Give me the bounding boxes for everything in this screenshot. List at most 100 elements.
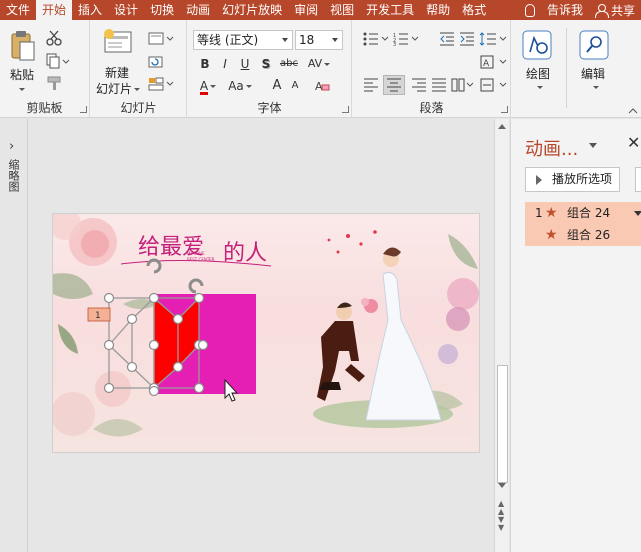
tab-help[interactable]: 帮助 bbox=[420, 0, 456, 20]
editing-group[interactable]: 编辑 bbox=[567, 20, 621, 118]
slide-title-group[interactable]: 给最爱 的人 MY LOVE BEST CENTER bbox=[120, 235, 272, 267]
play-selected-button[interactable]: 播放所选项 bbox=[525, 167, 620, 192]
increase-indent-icon[interactable] bbox=[459, 32, 475, 49]
cut-icon[interactable] bbox=[46, 30, 62, 49]
tab-insert[interactable]: 插入 bbox=[72, 0, 108, 20]
animation-item[interactable]: ★ 组合 26 bbox=[525, 224, 641, 246]
collapse-ribbon-icon[interactable] bbox=[628, 104, 638, 118]
tell-me-search[interactable]: 告诉我 bbox=[519, 0, 589, 20]
animation-item-number: 1 bbox=[535, 206, 543, 220]
strikethrough-button[interactable]: abc bbox=[277, 55, 301, 73]
section-icon[interactable] bbox=[148, 77, 174, 94]
clear-formatting-icon[interactable]: A bbox=[314, 78, 330, 97]
wedding-couple-illustration bbox=[313, 247, 453, 428]
decrease-indent-icon[interactable] bbox=[439, 32, 455, 49]
animation-pane-title: 动画... bbox=[525, 139, 579, 160]
underline-button[interactable]: U bbox=[236, 55, 254, 73]
animation-order-marker[interactable]: 1 bbox=[87, 307, 111, 322]
font-dialog-launcher[interactable] bbox=[342, 106, 349, 113]
ribbon-tab-bar: 文件 开始 插入 设计 切换 动画 幻灯片放映 审阅 视图 开发工具 帮助 格式… bbox=[0, 0, 641, 20]
align-left-icon[interactable] bbox=[363, 78, 379, 95]
ribbon: 粘贴 剪贴板 新建 幻灯片 幻灯片 等线 (正文) 18 B I U S abc… bbox=[0, 20, 641, 118]
align-center-icon[interactable] bbox=[383, 75, 405, 95]
next-slide-icon[interactable]: ▼ ▼ bbox=[498, 516, 504, 532]
format-painter-icon[interactable] bbox=[46, 75, 64, 94]
line-spacing-icon[interactable] bbox=[479, 32, 507, 49]
paste-label[interactable]: 粘贴 bbox=[10, 66, 34, 83]
tab-format[interactable]: 格式 bbox=[456, 0, 492, 20]
play-icon bbox=[536, 175, 542, 185]
previous-slide-icon[interactable]: ▲ ▲ bbox=[498, 500, 504, 516]
tab-animations[interactable]: 动画 bbox=[180, 0, 216, 20]
char-spacing-label: AV bbox=[307, 57, 323, 70]
char-spacing-button[interactable]: AV bbox=[304, 55, 334, 73]
clipboard-group-label: 剪贴板 bbox=[26, 101, 63, 115]
paragraph-group-label: 段落 bbox=[419, 101, 444, 115]
expand-thumbnails-icon[interactable]: › bbox=[9, 139, 14, 154]
grow-font-button[interactable]: A bbox=[268, 77, 286, 95]
drawing-dropdown-arrow bbox=[535, 80, 543, 94]
share-label: 共享 bbox=[610, 3, 635, 18]
slide-small-text-1: MY LOVE bbox=[187, 251, 205, 256]
copy-icon[interactable] bbox=[46, 53, 70, 72]
reset-slide-icon[interactable] bbox=[148, 55, 164, 72]
petals-decoration bbox=[327, 230, 377, 254]
tab-review[interactable]: 审阅 bbox=[288, 0, 324, 20]
tab-developer[interactable]: 开发工具 bbox=[360, 0, 420, 20]
star-icon: ★ bbox=[545, 227, 558, 243]
svg-text:1: 1 bbox=[95, 311, 101, 321]
scroll-down-icon[interactable] bbox=[498, 483, 506, 488]
tab-file[interactable]: 文件 bbox=[0, 0, 36, 20]
new-slide-label-2[interactable]: 幻灯片 bbox=[96, 80, 141, 97]
slides-group-label: 幻灯片 bbox=[120, 101, 157, 115]
font-group-label: 字体 bbox=[257, 101, 282, 115]
tab-view[interactable]: 视图 bbox=[324, 0, 360, 20]
align-text-icon[interactable] bbox=[479, 78, 507, 95]
tab-transitions[interactable]: 切换 bbox=[144, 0, 180, 20]
italic-button[interactable]: I bbox=[216, 55, 234, 73]
tab-home[interactable]: 开始 bbox=[36, 0, 73, 20]
tell-me-label: 告诉我 bbox=[546, 3, 583, 17]
change-case-button[interactable]: Aa bbox=[226, 77, 254, 95]
animation-pane: 动画... ✕ 播放所选项 1 ★ 组合 24 ★ 组合 26 bbox=[510, 119, 641, 552]
close-pane-icon[interactable]: ✕ bbox=[627, 133, 640, 152]
paste-icon[interactable] bbox=[10, 30, 36, 62]
drawing-group[interactable]: 绘图 bbox=[512, 20, 566, 118]
shadow-button[interactable]: S bbox=[257, 55, 275, 73]
font-size-combo[interactable]: 18 bbox=[295, 30, 343, 50]
clipboard-dialog-launcher[interactable] bbox=[80, 106, 87, 113]
svg-text:3: 3 bbox=[393, 42, 396, 46]
align-right-icon[interactable] bbox=[411, 78, 427, 95]
bullets-icon[interactable] bbox=[363, 32, 389, 49]
justify-icon[interactable] bbox=[431, 78, 447, 95]
animation-item-chevron-down-icon[interactable] bbox=[634, 211, 641, 216]
slide-canvas[interactable]: 给最爱 的人 MY LOVE BEST CENTER 1 bbox=[52, 213, 480, 453]
tab-design[interactable]: 设计 bbox=[108, 0, 144, 20]
font-color-button[interactable]: A bbox=[194, 77, 222, 95]
pane-options-chevron-down-icon[interactable] bbox=[589, 143, 597, 148]
thumbnails-label: 缩略图 bbox=[7, 159, 20, 192]
shapes-icon bbox=[522, 30, 552, 63]
play-options-button[interactable] bbox=[635, 167, 641, 192]
shrink-font-button[interactable]: A bbox=[286, 77, 304, 95]
change-case-label: Aa bbox=[228, 79, 244, 93]
paragraph-dialog-launcher[interactable] bbox=[501, 106, 508, 113]
new-slide-icon[interactable] bbox=[103, 28, 135, 63]
bold-button[interactable]: B bbox=[196, 55, 214, 73]
font-color-label: A bbox=[199, 79, 209, 95]
paste-dropdown-arrow[interactable] bbox=[17, 82, 25, 96]
vertical-scrollbar[interactable]: ▲ ▲ ▼ ▼ bbox=[494, 119, 509, 552]
animation-item[interactable]: 1 ★ 组合 24 bbox=[525, 202, 641, 224]
tab-slideshow[interactable]: 幻灯片放映 bbox=[216, 0, 288, 20]
new-slide-label-1[interactable]: 新建 bbox=[105, 64, 129, 81]
rotate-handle-icon[interactable] bbox=[146, 258, 204, 294]
layout-icon[interactable] bbox=[148, 32, 174, 49]
scrollbar-thumb[interactable] bbox=[497, 365, 508, 483]
columns-icon[interactable] bbox=[451, 78, 475, 95]
scroll-up-icon[interactable] bbox=[498, 124, 506, 129]
font-name-combo[interactable]: 等线 (正文) bbox=[193, 30, 293, 50]
numbering-icon[interactable]: 123 bbox=[393, 32, 419, 49]
text-direction-icon[interactable]: A bbox=[479, 55, 507, 72]
clipboard-group: 粘贴 剪贴板 bbox=[0, 20, 90, 118]
share-button[interactable]: 共享 bbox=[589, 0, 641, 20]
